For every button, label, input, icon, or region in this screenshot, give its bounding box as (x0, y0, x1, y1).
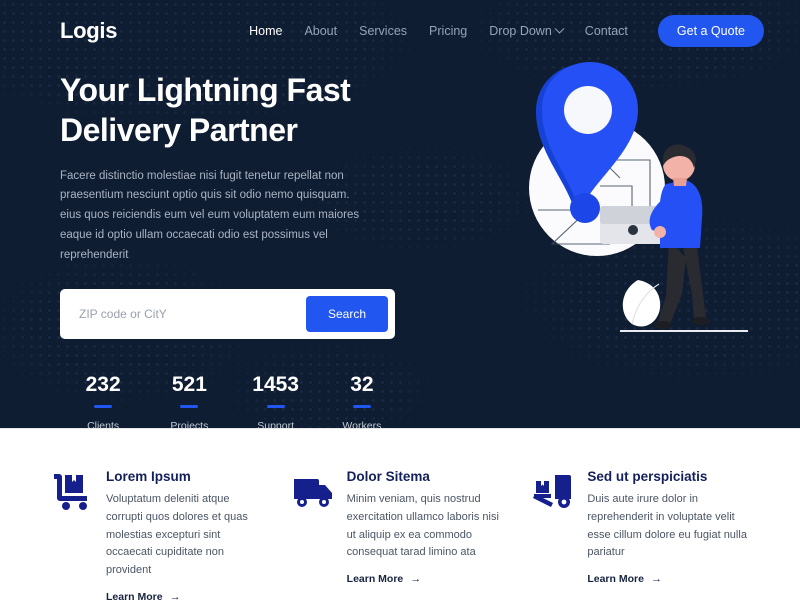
feature-card-text: Duis aute irure dolor in reprehenderit i… (587, 493, 747, 559)
stat-underline (266, 405, 285, 409)
arrow-right-icon: → (169, 590, 181, 603)
forklift-pallet-icon (533, 469, 575, 600)
search-button[interactable]: Search (305, 296, 388, 333)
feature-card-body: Dolor Sitema Minim veniam, quis nostrud … (347, 469, 508, 600)
stats-counters: 232 Clients 521 Projects 1453 Support 32… (60, 373, 405, 428)
learn-more-label: Learn More (106, 591, 163, 604)
feature-card-text: Minim veniam, quis nostrud exercitation … (346, 493, 499, 559)
stat-underline (352, 405, 371, 409)
delivery-truck-icon (293, 469, 335, 600)
stat-item-projects: 521 Projects (146, 373, 232, 428)
feature-card-text: Voluptatum deleniti atque corrupti quos … (106, 493, 248, 577)
hero-search-form: Search (60, 289, 395, 340)
nav-item-pricing[interactable]: Pricing (429, 24, 467, 38)
feature-card-title: Dolor Sitema (346, 469, 430, 484)
learn-more-link[interactable]: Learn More → (347, 573, 422, 585)
learn-more-link[interactable]: Learn More → (106, 591, 181, 603)
main-navigation: Home About Services Pricing Drop Down Co… (249, 15, 764, 47)
nav-item-drop-down-label: Drop Down (489, 24, 552, 38)
feature-card-body: Sed ut perspiciatis Duis aute irure dolo… (587, 469, 748, 600)
nav-item-about-label: About (304, 24, 338, 38)
stat-label: Support (257, 420, 295, 428)
stat-item-workers: 32 Workers (319, 373, 405, 428)
stat-label: Clients (87, 420, 120, 428)
stat-item-support: 1453 Support (233, 373, 319, 428)
feature-card-dolor-sitema: Dolor Sitema Minim veniam, quis nostrud … (293, 469, 508, 600)
features-section: Lorem Ipsum Voluptatum deleniti atque co… (0, 428, 800, 603)
nav-item-contact[interactable]: Contact (585, 24, 628, 38)
nav-item-services[interactable]: Services (359, 24, 407, 38)
nav-item-contact-label: Contact (584, 24, 628, 38)
feature-card-title: Sed ut perspiciatis (587, 469, 708, 484)
learn-more-label: Learn More (346, 573, 404, 586)
hero-title-line-2: Delivery Partner (60, 112, 298, 149)
search-input[interactable] (67, 307, 306, 322)
stat-underline (180, 405, 199, 409)
nav-item-home[interactable]: Home (249, 24, 282, 38)
feature-card-body: Lorem Ipsum Voluptatum deleniti atque co… (106, 469, 267, 603)
page-title: Your Lightning Fast Delivery Partner (60, 70, 420, 151)
hand-truck-box-icon (52, 469, 94, 600)
nav-item-pricing-label: Pricing (429, 24, 468, 38)
brand-logo[interactable]: Logis (60, 18, 117, 44)
learn-more-link[interactable]: Learn More → (587, 573, 662, 585)
stat-item-clients: 232 Clients (60, 373, 146, 428)
hero-content: Your Lightning Fast Delivery Partner Fac… (60, 70, 420, 428)
arrow-right-icon: → (650, 572, 662, 585)
nav-item-about[interactable]: About (304, 24, 337, 38)
nav-item-home-label: Home (249, 24, 283, 38)
stat-value: 521 (171, 373, 207, 397)
arrow-right-icon: → (410, 572, 422, 585)
hero-description: Facere distinctio molestiae nisi fugit t… (60, 169, 360, 261)
stat-label: Projects (170, 420, 209, 428)
feature-card-lorem-ipsum: Lorem Ipsum Voluptatum deleniti atque co… (52, 469, 267, 603)
nav-item-drop-down[interactable]: Drop Down (489, 23, 565, 38)
stat-value: 1453 (252, 373, 299, 397)
learn-more-label: Learn More (587, 573, 644, 586)
stat-underline (94, 405, 113, 409)
feature-card-sed-ut-perspiciatis: Sed ut perspiciatis Duis aute irure dolo… (533, 469, 748, 600)
site-header: Logis Home About Services Pricing Drop D… (0, 0, 800, 62)
stat-label: Workers (342, 420, 382, 428)
hero-section: Logis Home About Services Pricing Drop D… (0, 0, 800, 428)
get-a-quote-button[interactable]: Get a Quote (657, 15, 764, 47)
feature-card-title: Lorem Ipsum (106, 469, 191, 484)
stat-value: 232 (85, 373, 121, 397)
delivery-location-illustration (460, 58, 790, 338)
hero-title-line-1: Your Lightning Fast (60, 72, 351, 108)
nav-item-services-label: Services (359, 24, 408, 38)
stat-value: 32 (350, 373, 374, 397)
chevron-down-icon (554, 23, 565, 34)
